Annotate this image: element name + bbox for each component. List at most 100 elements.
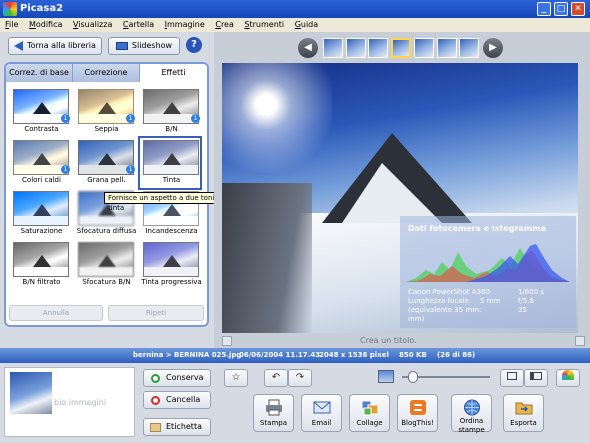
effect-sfocatura-b-n[interactable]: Sfocatura B/N (75, 240, 135, 290)
slideshow-button[interactable]: Slideshow (108, 37, 180, 55)
camera-model: Canon PowerShot A300 (408, 288, 491, 296)
menu-file[interactable]: File (2, 18, 21, 32)
order-prints-label: Ordina stampe (458, 417, 485, 434)
keep-button[interactable]: Conserva (143, 369, 211, 387)
focal-length-label: Lunghezza focale: (408, 297, 472, 305)
zoom-photo-icon (378, 370, 394, 383)
rotate-right-button[interactable]: ↷ (288, 369, 312, 387)
menu-crea[interactable]: Crea (212, 18, 237, 32)
status-dimensions: 2048 x 1536 pixel (319, 351, 389, 359)
status-datetime: 06/06/2004 11.17.43 (239, 351, 321, 359)
menu-immagine[interactable]: Immagine (162, 18, 208, 32)
effect-label: Colori caldi (22, 176, 61, 184)
star-button[interactable]: ☆ (224, 369, 248, 387)
print-button[interactable]: Stampa (253, 394, 294, 432)
effect-b-n[interactable]: B/N 1 (140, 87, 200, 137)
equivalent-unit: mm) (408, 315, 425, 323)
effect-contrasta[interactable]: Contrasta 1 (10, 87, 70, 137)
effect-label: Sfocatura diffusa (76, 227, 137, 235)
effect-thumbnail (143, 140, 199, 175)
blogthis-button[interactable]: BlogThis! (397, 394, 438, 432)
effect-seppia[interactable]: Seppia 1 (75, 87, 135, 137)
tab-tuning[interactable]: Correzione (73, 64, 140, 82)
caption-left-handle-icon[interactable] (222, 336, 232, 346)
filmstrip-thumbnail[interactable] (345, 38, 366, 58)
effect-applied-badge: 1 (61, 165, 70, 174)
menu-modifica[interactable]: Modifica (26, 18, 65, 32)
email-icon (313, 401, 331, 414)
thumb-snow (79, 216, 133, 225)
filmstrip-thumbnail[interactable] (391, 38, 412, 58)
window-title: Picasa2 (20, 3, 64, 14)
effect-applied-badge: 1 (126, 165, 135, 174)
help-button[interactable]: ? (186, 37, 202, 53)
effect-thumbnail (13, 242, 69, 277)
collage-button[interactable]: Collage (349, 394, 390, 432)
filmstrip-thumbnail[interactable] (323, 38, 343, 58)
next-photo-button[interactable]: ▶ (483, 38, 503, 58)
delete-button[interactable]: Cancella (143, 391, 211, 409)
order-prints-button[interactable]: Ordina stampe (451, 394, 492, 434)
effect-grana-pell[interactable]: Grana pell. 1 (75, 138, 135, 188)
blogthis-label: BlogThis! (401, 419, 434, 427)
tab-effects[interactable]: Effetti (140, 64, 207, 82)
tab-basic-fixes[interactable]: Correz. di base (6, 64, 73, 82)
star-icon: ☆ (231, 372, 241, 383)
menu-guida[interactable]: Guida (292, 18, 321, 32)
menu-cartella[interactable]: Cartella (120, 18, 157, 32)
mountain-snowfield (342, 163, 442, 223)
camera-aperture: f/5.6 (518, 297, 534, 305)
zoom-slider-knob[interactable] (407, 371, 418, 383)
single-view-icon (507, 372, 517, 380)
color-wheel-button[interactable] (556, 369, 580, 387)
status-filename: bernina > BERNINA 025.jpg (133, 351, 242, 359)
label-button[interactable]: Etichetta (143, 418, 211, 436)
effect-tinta-progressiva[interactable]: Tinta progressiva (140, 240, 202, 290)
filmstrip-thumbnail[interactable] (368, 38, 389, 58)
caption-input[interactable]: Crea un titolo. (360, 336, 417, 345)
maximize-icon[interactable]: □ (554, 2, 568, 16)
menu-visualizza[interactable]: Visualizza (70, 18, 115, 32)
rainbow-icon (562, 370, 574, 380)
printer-icon (266, 399, 282, 416)
thumb-snow (144, 216, 198, 225)
camera-info-overlay: Dati fotocamera e istogramma Canon Power… (400, 216, 576, 328)
export-button[interactable]: Esporta (503, 394, 544, 432)
effect-applied-badge: 1 (126, 114, 135, 123)
close-icon[interactable]: ✕ (571, 2, 585, 16)
undo-button[interactable]: Annulla (9, 305, 103, 321)
status-position: (26 di 86) (437, 351, 476, 359)
rotate-left-button[interactable]: ↶ (264, 369, 288, 387)
label-tag-icon (150, 423, 161, 432)
redo-button[interactable]: Ripeti (108, 305, 204, 321)
effect-label: Sfocatura B/N (82, 278, 131, 286)
tray-thumbnail[interactable] (10, 372, 52, 414)
effect-colori-caldi[interactable]: Colori caldi 1 (10, 138, 70, 188)
export-label: Esporta (510, 419, 537, 427)
view-single-button[interactable] (500, 369, 524, 387)
view-compare-button[interactable] (524, 369, 548, 387)
filmstrip-thumbnail[interactable] (459, 38, 480, 58)
caption-right-handle-icon[interactable] (575, 336, 585, 346)
globe-icon (464, 399, 480, 416)
collage-label: Collage (356, 419, 383, 427)
filmstrip-thumbnail[interactable] (436, 38, 457, 58)
minimize-icon[interactable]: _ (537, 2, 551, 16)
back-to-library-button[interactable]: Torna alla libreria (8, 37, 102, 55)
tray-label: bio immagini (54, 398, 107, 407)
effect-label: Seppia (94, 125, 119, 133)
prev-photo-button[interactable]: ◀ (298, 38, 318, 58)
picasa-app-icon (3, 2, 17, 16)
email-button[interactable]: Email (301, 394, 342, 432)
effect-thumbnail (78, 242, 134, 277)
thumb-snow (144, 165, 198, 174)
effect-applied-badge: 1 (61, 114, 70, 123)
filmstrip-thumbnail[interactable] (413, 38, 434, 58)
effect-tinta[interactable]: Tinta (138, 136, 202, 190)
effect-saturazione[interactable]: Saturazione (10, 189, 70, 239)
thumb-snow (14, 267, 68, 276)
equivalent-value: 35 (518, 306, 527, 314)
menu-strumenti[interactable]: Strumenti (241, 18, 287, 32)
effect-b-n-filtrato[interactable]: B/N filtrato (10, 240, 70, 290)
menu-bar: File Modifica Visualizza Cartella Immagi… (0, 18, 590, 32)
